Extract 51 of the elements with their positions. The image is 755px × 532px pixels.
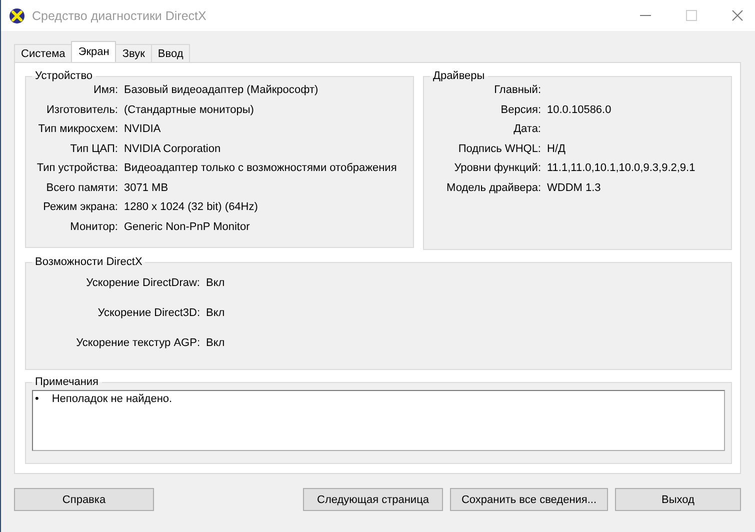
group-title: Драйверы (432, 70, 486, 82)
field-value: Видеоадаптер только с возможностями отображения (124, 162, 397, 174)
field-value: Базовый видеоадаптер (Майкрософт) (124, 84, 318, 96)
field-value: 11.1,11.0,10.1,10.0,9.3,9.2,9.1 (547, 162, 696, 174)
field-value: 10.0.10586.0 (547, 104, 612, 116)
field-value: NVIDIA Corporation (124, 142, 221, 154)
tab[interactable]: Система (14, 44, 72, 62)
tab[interactable]: Звук (115, 44, 152, 62)
field-label: Тип устройства: (36, 161, 118, 176)
field-label: Тип микросхем: (37, 122, 118, 136)
field-label: Ускорение текстур AGP: (75, 336, 200, 350)
dialog-button[interactable]: Следующая страница (303, 488, 443, 511)
field-label: Подпись WHQL: (457, 142, 541, 156)
field-value: 1280 x 1024 (32 bit) (64Hz) (124, 201, 258, 213)
field-label: Версия: (500, 102, 541, 117)
group-title: Устройство (34, 70, 94, 82)
field-label: Ускорение DirectDraw: (85, 276, 200, 290)
bullet: • (35, 393, 39, 405)
field-value: (Стандартные мониторы) (124, 104, 254, 116)
field-value: Вкл (206, 307, 225, 319)
field-value: 3071 MB (124, 182, 168, 194)
field-label: Изготовитель: (46, 102, 118, 117)
dialog-button[interactable]: Справка (14, 488, 154, 511)
dialog-button[interactable]: Сохранить все сведения... (450, 488, 608, 511)
group-title: Возможности DirectX (34, 256, 144, 268)
minimize-icon[interactable] (640, 15, 651, 16)
field-label: Всего памяти: (45, 180, 118, 195)
field-value: Вкл (206, 337, 225, 349)
group-title: Примечания (34, 376, 100, 388)
field-label: Монитор: (69, 220, 118, 234)
note-text: Неполадок не найдено. (52, 393, 172, 405)
field-label: Главный: (493, 83, 541, 98)
maximize-icon[interactable] (686, 10, 697, 21)
field-label: Имя: (92, 83, 118, 98)
tab[interactable]: Ввод (150, 44, 190, 62)
window-title: Средство диагностики DirectX (32, 8, 206, 22)
field-value: Generic Non-PnP Monitor (124, 220, 250, 232)
field-label: Ускорение Direct3D: (96, 306, 200, 320)
field-label: Дата: (512, 122, 541, 136)
field-value: Н/Д (547, 142, 566, 154)
field-value: NVIDIA (124, 123, 161, 135)
field-label: Тип ЦАП: (69, 142, 118, 156)
field-value: Вкл (206, 277, 225, 289)
tab[interactable]: Экран (71, 41, 116, 62)
field-value: WDDM 1.3 (547, 182, 601, 194)
close-icon[interactable] (732, 10, 743, 21)
field-label: Уровни функций: (453, 161, 541, 176)
field-label: Модель драйвера: (446, 180, 541, 195)
app-icon (9, 8, 25, 24)
dialog-button[interactable]: Выход (615, 488, 741, 511)
field-label: Режим экрана: (42, 200, 118, 214)
